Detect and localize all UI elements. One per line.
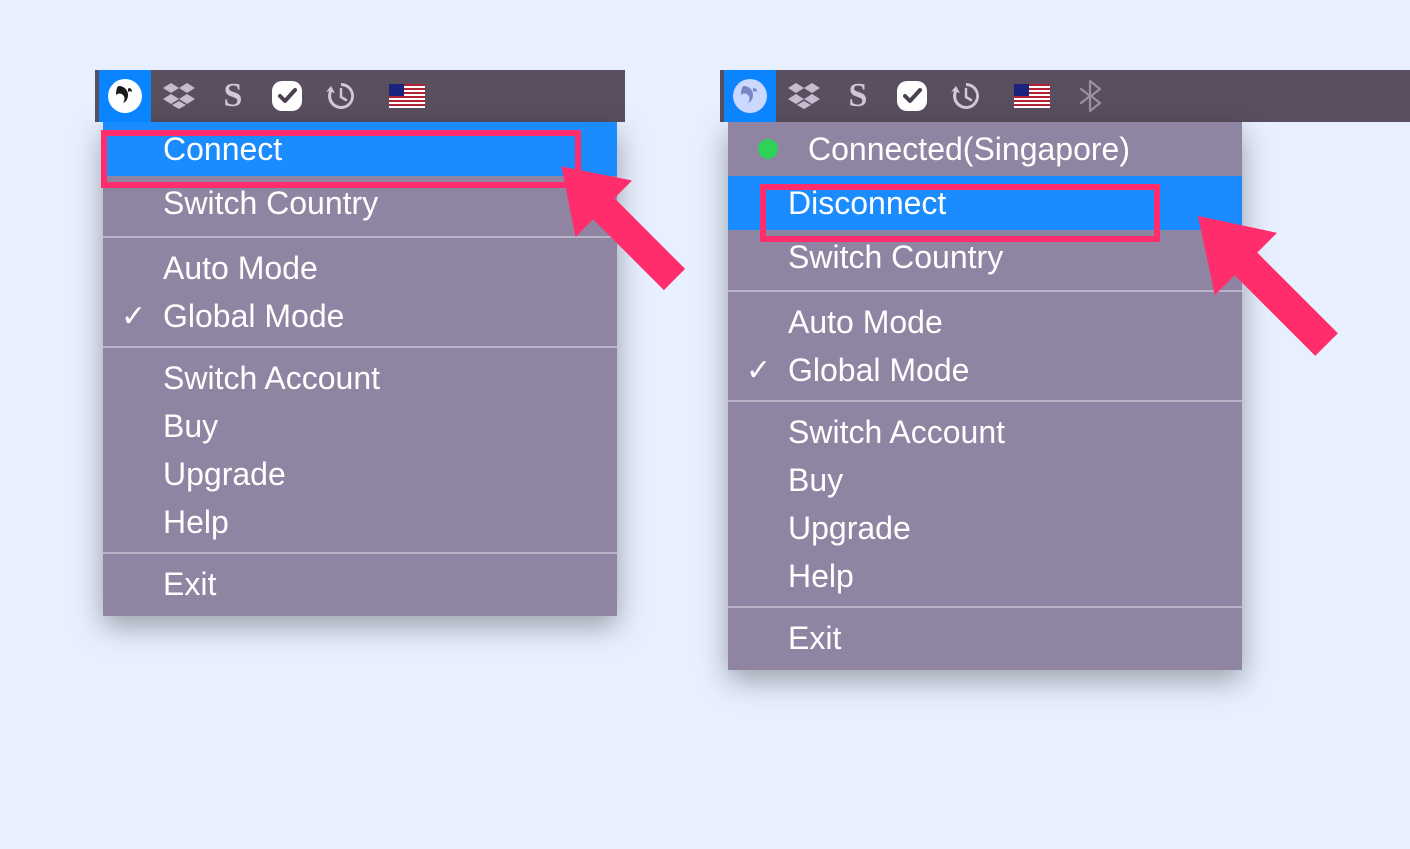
menu-item-label: Exit xyxy=(788,620,841,657)
dropdown-menu: Connected(Singapore) Disconnect Switch C… xyxy=(728,122,1242,670)
dropbox-icon xyxy=(787,81,821,111)
menu-item-label: Switch Account xyxy=(163,360,380,397)
dropdown-menu: Connect Switch Country Auto Mode ✓ Globa… xyxy=(103,122,617,616)
menu-item-buy[interactable]: Buy xyxy=(728,456,1242,504)
dropbox-menu-icon[interactable] xyxy=(153,70,205,122)
menu-item-disconnect[interactable]: Disconnect xyxy=(728,176,1242,230)
menu-separator xyxy=(103,236,617,238)
app-menu-icon[interactable] xyxy=(724,70,776,122)
menu-item-global-mode[interactable]: ✓ Global Mode xyxy=(103,292,617,340)
flag-menu-icon[interactable] xyxy=(381,70,433,122)
s-icon: S xyxy=(219,79,247,113)
screenshot-right: S Connected(Singapore) xyxy=(720,70,1410,670)
checkmark-icon: ✓ xyxy=(746,353,771,388)
menu-item-exit[interactable]: Exit xyxy=(103,560,617,608)
menu-item-status: Connected(Singapore) xyxy=(728,122,1242,176)
menu-bar: S xyxy=(95,70,625,122)
menu-item-label: Help xyxy=(788,558,854,595)
menu-item-label: Help xyxy=(163,504,229,541)
menu-item-upgrade[interactable]: Upgrade xyxy=(103,450,617,498)
checkmark-icon: ✓ xyxy=(121,299,146,334)
menu-separator xyxy=(728,290,1242,292)
menu-item-label: Auto Mode xyxy=(163,250,318,287)
us-flag-icon xyxy=(1014,84,1050,108)
timemachine-menu-icon[interactable] xyxy=(940,70,992,122)
menu-separator xyxy=(728,606,1242,608)
svg-text:S: S xyxy=(224,79,243,113)
menu-bar: S xyxy=(720,70,1410,122)
us-flag-icon xyxy=(389,84,425,108)
menu-item-global-mode[interactable]: ✓ Global Mode xyxy=(728,346,1242,394)
menu-item-buy[interactable]: Buy xyxy=(103,402,617,450)
time-machine-icon xyxy=(949,79,983,113)
menu-item-label: Buy xyxy=(788,462,843,499)
menu-separator xyxy=(103,552,617,554)
svg-text:S: S xyxy=(849,79,868,113)
menu-item-label: Global Mode xyxy=(163,298,344,335)
menu-item-switch-country[interactable]: Switch Country xyxy=(103,176,617,230)
squirrel-icon xyxy=(107,78,143,114)
menu-item-connect[interactable]: Connect xyxy=(103,122,617,176)
menu-item-help[interactable]: Help xyxy=(103,498,617,546)
menu-item-switch-account[interactable]: Switch Account xyxy=(103,354,617,402)
squirrel-icon xyxy=(732,78,768,114)
bluetooth-icon xyxy=(1079,79,1101,113)
checkmark-badge-icon xyxy=(269,78,305,114)
time-machine-icon xyxy=(324,79,358,113)
dropbox-icon xyxy=(162,81,196,111)
flag-menu-icon[interactable] xyxy=(1006,70,1058,122)
status-label: Connected(Singapore) xyxy=(808,131,1130,168)
menu-item-auto-mode[interactable]: Auto Mode xyxy=(728,298,1242,346)
menu-item-label: Upgrade xyxy=(788,510,911,547)
bluetooth-menu-icon[interactable] xyxy=(1060,70,1120,122)
menu-item-help[interactable]: Help xyxy=(728,552,1242,600)
menu-item-label: Switch Country xyxy=(163,185,378,222)
timemachine-menu-icon[interactable] xyxy=(315,70,367,122)
menu-item-switch-account[interactable]: Switch Account xyxy=(728,408,1242,456)
menu-item-exit[interactable]: Exit xyxy=(728,614,1242,662)
s-menu-icon[interactable]: S xyxy=(207,70,259,122)
menu-item-label: Switch Account xyxy=(788,414,1005,451)
app-menu-icon[interactable] xyxy=(99,70,151,122)
menu-item-label: Buy xyxy=(163,408,218,445)
menu-item-label: Switch Country xyxy=(788,239,1003,276)
menu-item-label: Auto Mode xyxy=(788,304,943,341)
menu-separator xyxy=(728,400,1242,402)
menu-item-label: Exit xyxy=(163,566,216,603)
menu-item-label: Upgrade xyxy=(163,456,286,493)
menu-item-switch-country[interactable]: Switch Country xyxy=(728,230,1242,284)
menu-item-auto-mode[interactable]: Auto Mode xyxy=(103,244,617,292)
status-dot-icon xyxy=(758,139,778,159)
menu-item-upgrade[interactable]: Upgrade xyxy=(728,504,1242,552)
menu-item-label: Connect xyxy=(163,131,282,168)
dropbox-menu-icon[interactable] xyxy=(778,70,830,122)
menu-item-label: Global Mode xyxy=(788,352,969,389)
menu-separator xyxy=(103,346,617,348)
checkmark-badge-icon xyxy=(894,78,930,114)
screenshot-left: S Connect Switch Country Au xyxy=(95,70,625,616)
menu-item-label: Disconnect xyxy=(788,185,946,222)
s-menu-icon[interactable]: S xyxy=(832,70,884,122)
s-icon: S xyxy=(844,79,872,113)
check-badge-menu-icon[interactable] xyxy=(261,70,313,122)
check-badge-menu-icon[interactable] xyxy=(886,70,938,122)
